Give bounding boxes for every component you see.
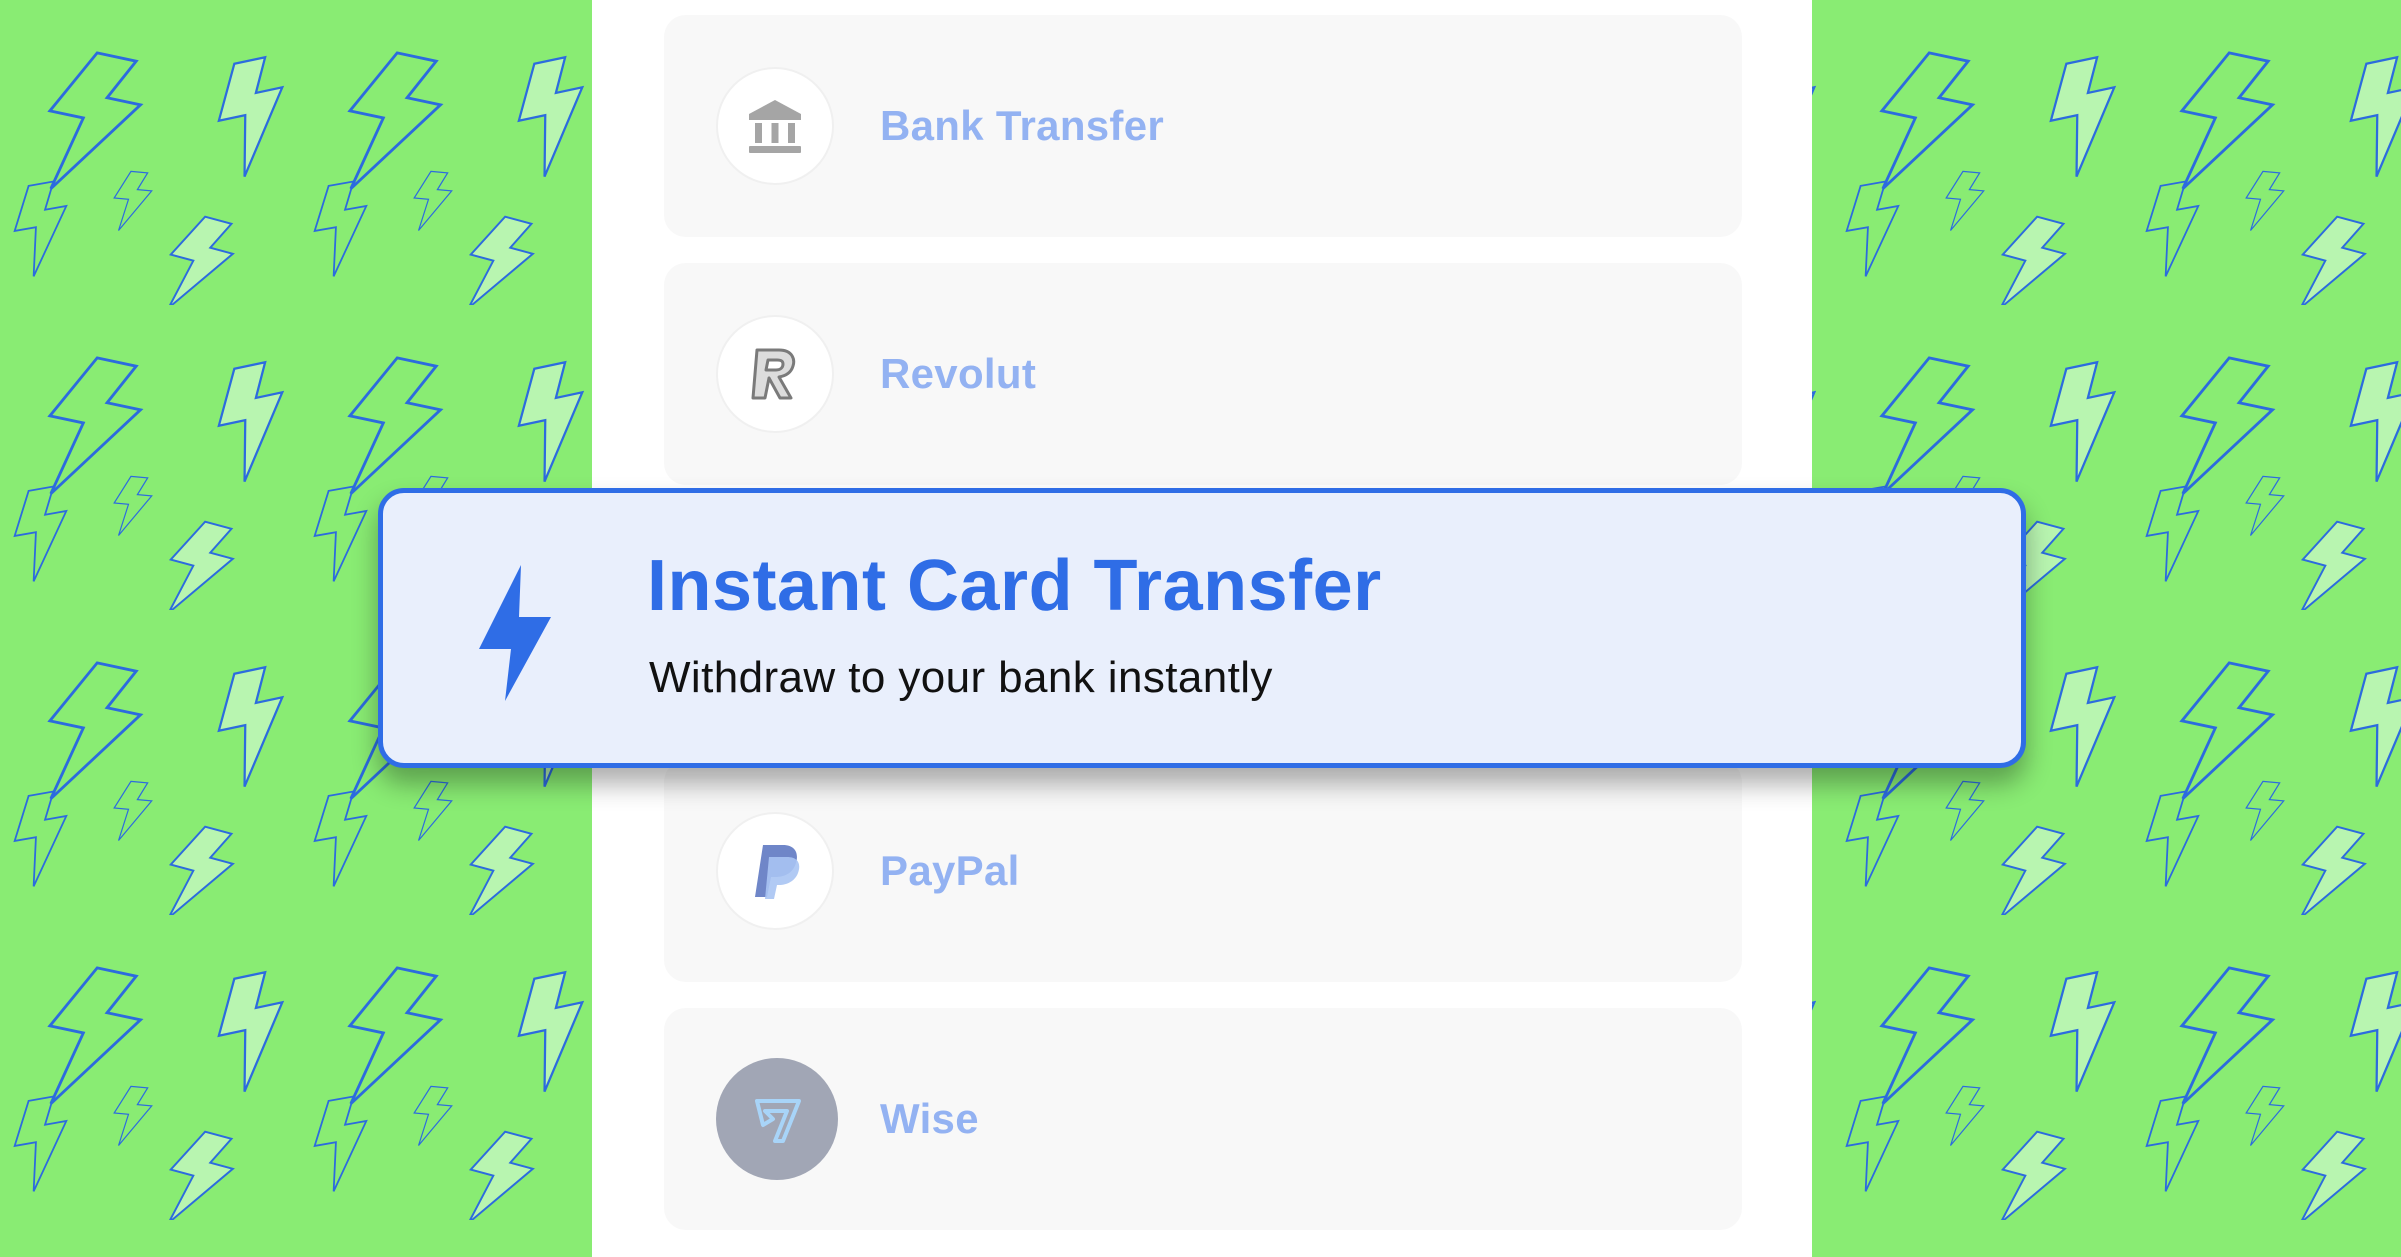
option-subtitle: Withdraw to your bank instantly	[649, 653, 1273, 702]
payment-method-label: Revolut	[880, 350, 1037, 397]
payment-method-bank-transfer[interactable]: Bank Transfer	[664, 15, 1742, 237]
payment-method-revolut[interactable]: Revolut	[664, 263, 1742, 485]
wise-logo-badge	[716, 1058, 838, 1180]
payment-method-paypal[interactable]: PayPal	[664, 760, 1742, 982]
payment-method-label: PayPal	[880, 847, 1020, 894]
bank-icon	[749, 100, 801, 153]
lightning-bolt-icon	[479, 565, 551, 701]
option-title: Instant Card Transfer	[647, 546, 1382, 626]
revolut-logo-icon	[751, 348, 796, 400]
revolut-logo-badge	[716, 315, 834, 433]
paypal-logo-badge	[716, 812, 834, 930]
wise-logo-icon	[755, 1099, 801, 1143]
paypal-logo-icon	[755, 845, 800, 899]
payment-method-label: Wise	[880, 1095, 979, 1142]
instant-card-transfer-option[interactable]: Instant Card Transfer Withdraw to your b…	[378, 488, 2026, 768]
payment-method-label: Bank Transfer	[880, 102, 1165, 149]
bank-icon-badge	[716, 67, 834, 185]
payment-method-wise[interactable]: Wise	[664, 1008, 1742, 1230]
